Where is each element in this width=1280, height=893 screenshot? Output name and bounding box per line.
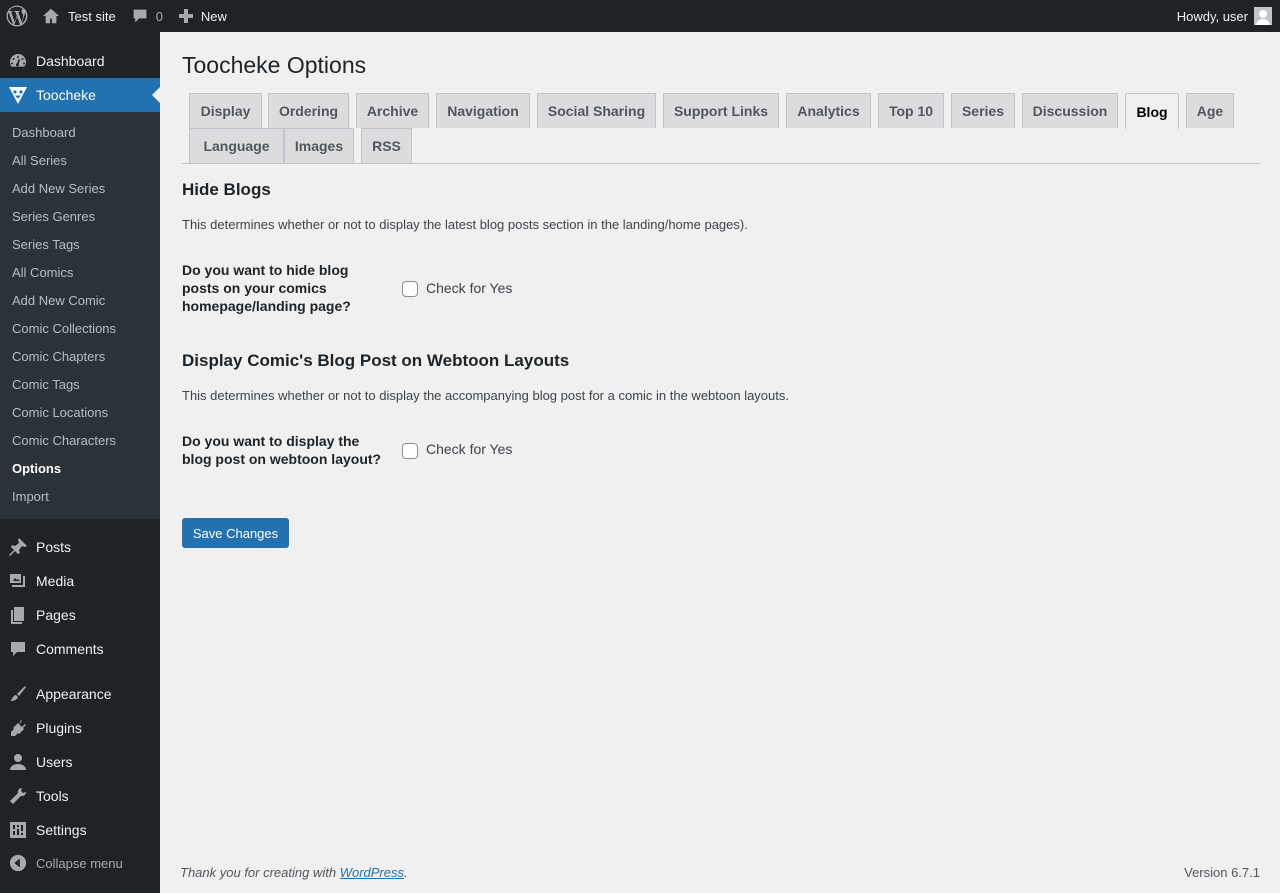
submenu-series-genres[interactable]: Series Genres [12,209,95,224]
menu-dashboard-label: Dashboard [36,53,105,69]
tab-age[interactable]: Age [1186,93,1234,128]
pushpin-icon [9,538,27,556]
menu-tools-label: Tools [36,788,69,804]
comment-icon [133,9,147,23]
submenu-comic-locations[interactable]: Comic Locations [12,405,108,420]
account-menu[interactable]: Howdy, user [1177,0,1272,32]
menu-appearance-label: Appearance [36,686,112,702]
section-webtoon-blog-title: Display Comic's Blog Post on Webtoon Lay… [182,351,570,370]
submenu-import[interactable]: Import [12,489,49,504]
pages-icon [11,607,24,624]
menu-posts[interactable]: Posts [0,530,160,564]
toocheke-icon [9,87,27,104]
plugin-icon [11,720,26,736]
footer-thanks-suffix: . [404,865,408,880]
section-webtoon-blog-description: This determines whether or not to displa… [182,388,789,403]
settings-icon [10,822,26,838]
tab-discussion[interactable]: Discussion [1022,93,1118,128]
menu-comments-label: Comments [36,641,104,657]
webtoon-blog-question: Do you want to display the blog post on … [182,433,382,467]
tab-analytics[interactable]: Analytics [786,93,871,128]
menu-posts-label: Posts [36,539,72,555]
submenu-add-new-series[interactable]: Add New Series [12,181,105,196]
home-icon [42,8,60,24]
submenu-dashboard[interactable]: Dashboard [12,125,76,140]
tab-social-sharing[interactable]: Social Sharing [537,93,656,128]
toocheke-submenu: Dashboard All Series Add New Series Seri… [0,112,160,519]
admin-sidebar: Dashboard Toocheke Dashboard All Series … [0,32,160,893]
comments-icon [11,642,25,656]
tab-top-10[interactable]: Top 10 [878,93,944,128]
new-label: New [200,8,227,24]
submenu-options[interactable]: Options [12,461,61,476]
submenu-add-new-comic[interactable]: Add New Comic [12,293,105,308]
menu-pages[interactable]: Pages [0,598,160,632]
tab-navigation[interactable]: Navigation [436,93,530,128]
wordpress-link[interactable]: WordPress [340,865,404,880]
users-icon [10,754,26,770]
menu-tools[interactable]: Tools [0,779,160,813]
hide-blog-posts-checkbox-label[interactable]: Check for Yes [426,280,512,296]
menu-plugins-label: Plugins [36,720,82,736]
site-name-link[interactable]: Test site [34,0,124,32]
greeting: Howdy, user [1176,8,1248,24]
tab-language[interactable]: Language [189,128,284,163]
tab-rss[interactable]: RSS [361,128,412,163]
webtoon-blog-checkbox[interactable] [402,443,418,459]
avatar [1254,7,1272,25]
footer-thanks-prefix: Thank you for creating with [180,865,340,880]
wrench-icon [10,787,27,804]
wordpress-logo-icon[interactable] [0,0,34,32]
options-tabs: Display Ordering Archive Navigation Soci… [182,93,1260,164]
menu-toocheke[interactable]: Toocheke [0,78,160,112]
media-icon [10,574,25,587]
tab-archive[interactable]: Archive [356,93,429,128]
collapse-menu-label: Collapse menu [36,855,123,871]
paintbrush-icon [10,686,26,701]
menu-users[interactable]: Users [0,745,160,779]
submenu-all-series[interactable]: All Series [12,153,67,168]
menu-media-label: Media [36,573,75,589]
page-title: Toocheke Options [182,52,367,78]
tab-support-links[interactable]: Support Links [663,93,779,128]
menu-media[interactable]: Media [0,564,160,598]
tab-blog[interactable]: Blog [1125,93,1179,129]
tab-series[interactable]: Series [951,93,1015,128]
menu-settings-label: Settings [36,822,87,838]
submenu-comic-tags[interactable]: Comic Tags [12,377,80,392]
submenu-comic-collections[interactable]: Comic Collections [12,321,116,336]
plus-icon [178,9,193,23]
save-changes-button[interactable]: Save Changes [182,518,289,548]
submenu-all-comics[interactable]: All Comics [12,265,73,280]
tab-images[interactable]: Images [284,128,354,163]
submenu-comic-characters[interactable]: Comic Characters [12,433,116,448]
menu-settings[interactable]: Settings [0,813,160,847]
menu-appearance[interactable]: Appearance [0,677,160,711]
submenu-comic-chapters[interactable]: Comic Chapters [12,349,105,364]
tab-ordering[interactable]: Ordering [268,93,349,128]
menu-dashboard[interactable]: Dashboard [0,44,160,78]
submenu-series-tags[interactable]: Series Tags [12,237,80,252]
menu-comments[interactable]: Comments [0,632,160,666]
comments-link[interactable]: 0 [124,0,171,32]
menu-pages-label: Pages [36,607,76,623]
hide-blog-posts-question: Do you want to hide blog posts on your c… [182,262,351,314]
tab-display[interactable]: Display [189,93,262,128]
menu-users-label: Users [36,754,73,770]
webtoon-blog-checkbox-label[interactable]: Check for Yes [426,441,512,457]
section-hide-blogs-title: Hide Blogs [182,180,271,199]
new-content-link[interactable]: New [171,0,235,32]
site-name: Test site [68,8,116,24]
comments-count: 0 [155,8,163,24]
footer-version: Version 6.7.1 [1184,865,1260,880]
section-hide-blogs-description: This determines whether or not to displa… [182,217,748,232]
collapse-icon [9,854,27,872]
menu-plugins[interactable]: Plugins [0,711,160,745]
menu-toocheke-label: Toocheke [36,87,96,103]
footer-thanks: Thank you for creating with WordPress. [180,865,408,880]
collapse-menu-button[interactable]: Collapse menu [0,846,160,880]
hide-blog-posts-checkbox[interactable] [402,281,418,297]
dashboard-icon [10,54,26,67]
admin-bar: Test site 0 New Howdy, user [0,0,1280,32]
